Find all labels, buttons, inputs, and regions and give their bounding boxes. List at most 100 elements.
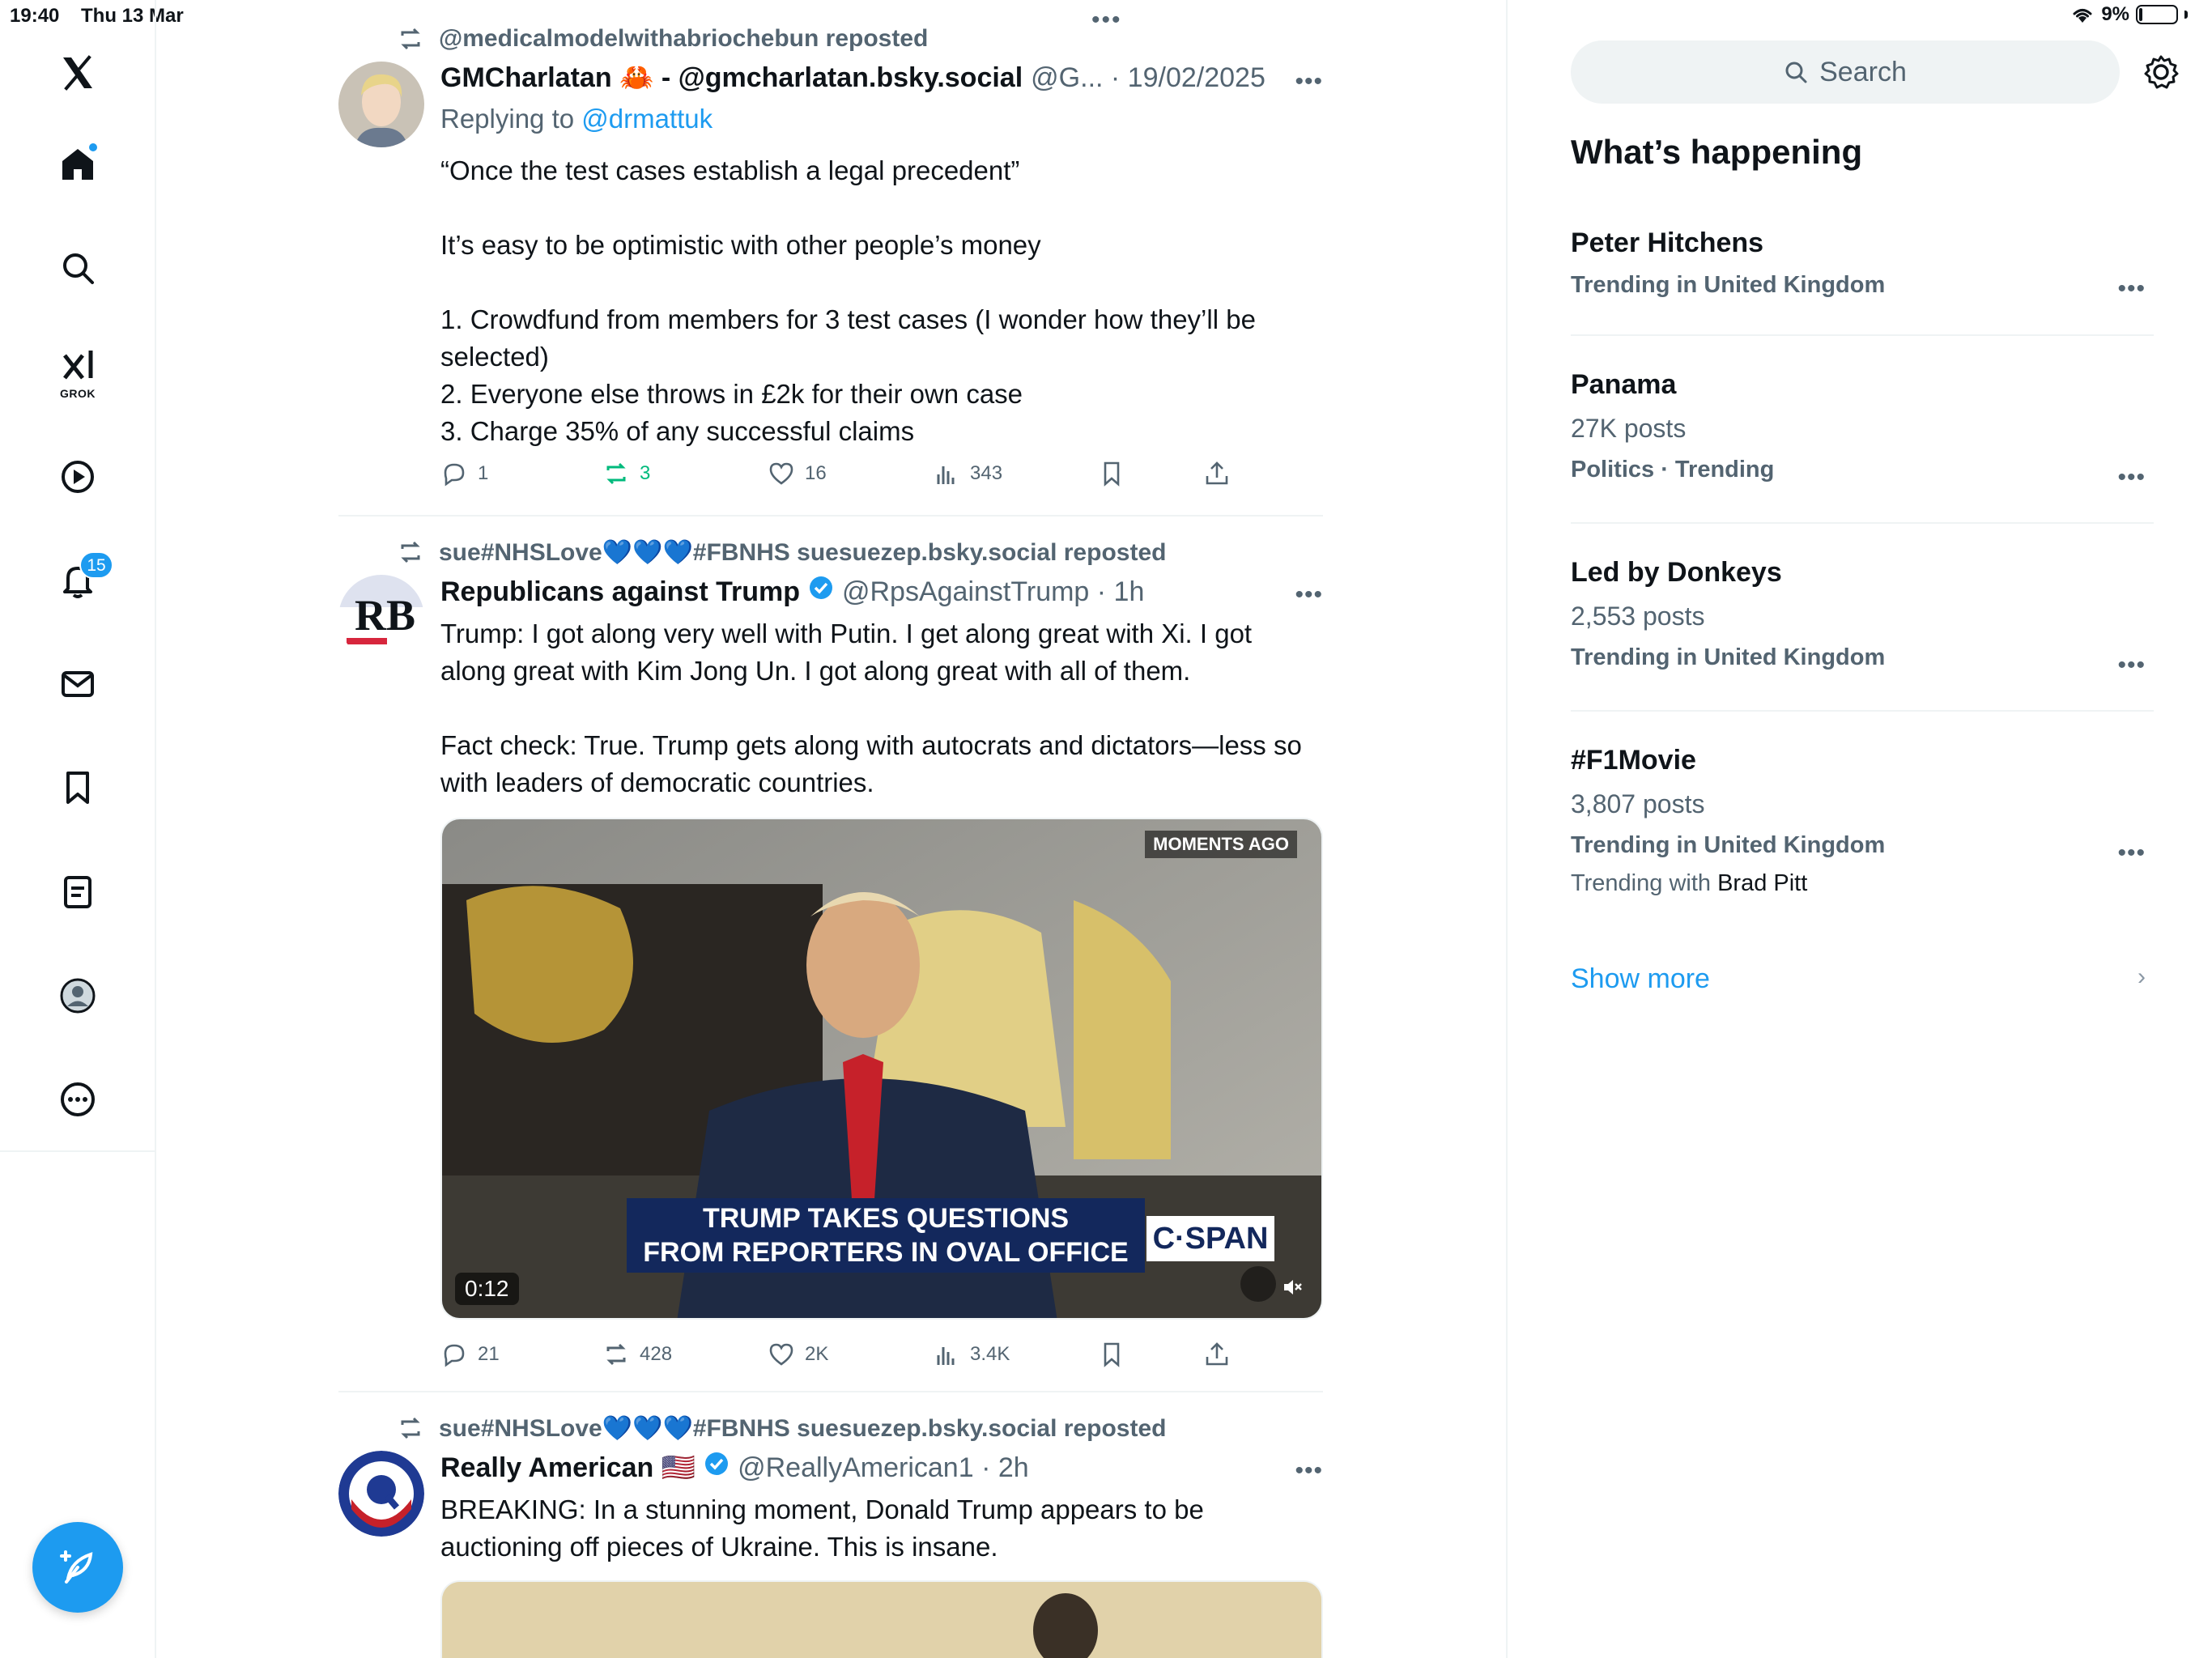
trend-more-icon[interactable]: ••• bbox=[2117, 652, 2146, 679]
video-caption-banner: TRUMP TAKES QUESTIONS FROM REPORTERS IN … bbox=[627, 1198, 1145, 1273]
share-icon bbox=[1206, 1342, 1228, 1366]
author-handle-time: @ReallyAmerican1 · 2h bbox=[738, 1452, 1029, 1483]
notifications-bell-icon[interactable]: 15 bbox=[45, 548, 113, 613]
search-input[interactable]: Search bbox=[1571, 40, 2120, 104]
battery-tip bbox=[2184, 11, 2188, 19]
share-button[interactable] bbox=[1203, 460, 1231, 487]
like-button[interactable]: 2K bbox=[768, 1341, 828, 1368]
post-item[interactable]: sue#NHSLove💙💙💙#FBNHS suesuezep.bsky.soci… bbox=[338, 1412, 1323, 1658]
trend-more-icon[interactable]: ••• bbox=[2117, 275, 2146, 303]
trend-name: Peter Hitchens bbox=[1571, 227, 1764, 258]
trend-item[interactable]: Panama 27K posts Politics · Trending ••• bbox=[1571, 368, 2154, 491]
search-icon[interactable] bbox=[45, 236, 110, 300]
messages-envelope-icon[interactable] bbox=[45, 652, 110, 716]
video-play-icon[interactable] bbox=[45, 444, 110, 509]
trend-item[interactable]: Led by Donkeys 2,553 posts Trending in U… bbox=[1571, 556, 2154, 678]
views-button[interactable]: 343 bbox=[933, 460, 1002, 487]
video-duration: 0:12 bbox=[455, 1273, 519, 1305]
profile-avatar-icon[interactable] bbox=[45, 963, 110, 1028]
post-item[interactable]: sue#NHSLove💙💙💙#FBNHS suesuezep.bsky.soci… bbox=[338, 536, 1323, 1391]
x-logo-icon[interactable] bbox=[45, 40, 110, 105]
trend-divider bbox=[1571, 522, 2154, 524]
post-actions: 1 3 16 343 bbox=[440, 460, 1323, 495]
reply-button[interactable]: 1 bbox=[440, 460, 488, 487]
repost-icon bbox=[606, 1343, 626, 1366]
trend-posts: 3,807 posts bbox=[1571, 789, 1705, 818]
post-text-line bbox=[440, 690, 1323, 727]
trend-divider bbox=[1571, 710, 2154, 712]
bookmarks-icon[interactable] bbox=[45, 755, 110, 820]
verified-badge-icon bbox=[809, 576, 832, 599]
grok-icon[interactable]: GROK bbox=[45, 340, 110, 405]
post-item[interactable]: @medicalmodelwithabriochebun reposted GM… bbox=[338, 23, 1323, 517]
trend-name: Panama bbox=[1571, 369, 1677, 400]
show-more-label: Show more bbox=[1571, 963, 1710, 994]
post-text-line: It’s easy to be optimistic with other pe… bbox=[440, 230, 1041, 260]
image-preview bbox=[442, 1582, 1321, 1658]
like-button[interactable]: 16 bbox=[768, 460, 827, 487]
heart-icon bbox=[769, 1343, 793, 1366]
repost-icon bbox=[401, 541, 420, 563]
trend-meta: Trending in United Kingdom bbox=[1571, 272, 1886, 298]
reply-count: 1 bbox=[478, 462, 489, 484]
views-chart-icon bbox=[937, 466, 955, 484]
repost-text: @medicalmodelwithabriochebun reposted bbox=[439, 25, 929, 52]
replying-handle-link[interactable]: @drmattuk bbox=[581, 104, 713, 134]
trend-item[interactable]: Peter Hitchens Trending in United Kingdo… bbox=[1571, 227, 2154, 302]
lists-icon[interactable] bbox=[45, 860, 110, 925]
avatar[interactable] bbox=[338, 62, 424, 147]
trend-meta: Politics · Trending bbox=[1571, 457, 1775, 483]
caption-line-2: FROM REPORTERS IN OVAL OFFICE bbox=[643, 1237, 1129, 1268]
reply-count: 21 bbox=[478, 1343, 500, 1365]
author-name[interactable]: Republicans against Trump bbox=[440, 576, 800, 608]
settings-gear-icon[interactable] bbox=[2142, 53, 2180, 91]
post-header: Republicans against Trump @RpsAgainstTru… bbox=[440, 575, 1323, 610]
post-more-icon[interactable]: ••• bbox=[1295, 68, 1323, 96]
bookmark-button[interactable] bbox=[1098, 460, 1125, 487]
trend-posts: 27K posts bbox=[1571, 414, 1687, 443]
trend-name: #F1Movie bbox=[1571, 745, 1696, 776]
author-name[interactable]: GMCharlatan 🦀 - @gmcharlatan.bsky.social bbox=[440, 62, 1023, 94]
trend-divider bbox=[1571, 334, 2154, 336]
share-button[interactable] bbox=[1203, 1341, 1231, 1368]
bookmark-icon bbox=[1104, 1342, 1120, 1367]
more-options-icon[interactable] bbox=[45, 1067, 110, 1132]
trend-more-icon[interactable]: ••• bbox=[2117, 464, 2146, 491]
views-button[interactable]: 3.4K bbox=[933, 1341, 1010, 1368]
compose-post-button[interactable] bbox=[32, 1522, 123, 1613]
repost-text: sue#NHSLove💙💙💙#FBNHS suesuezep.bsky.soci… bbox=[439, 1414, 1167, 1442]
post-image[interactable] bbox=[440, 1580, 1323, 1658]
post-text-line bbox=[440, 189, 1323, 227]
left-nav-rail: GROK 15 bbox=[0, 0, 156, 1658]
repost-button[interactable]: 428 bbox=[602, 1341, 672, 1368]
repost-icon bbox=[401, 28, 420, 50]
like-count: 16 bbox=[805, 462, 827, 484]
timeline-feed: ••• @medicalmodelwithabriochebun reposte… bbox=[338, 0, 1323, 1658]
trend-with-name: Brad Pitt bbox=[1717, 870, 1808, 896]
trend-posts: 2,553 posts bbox=[1571, 602, 1705, 631]
show-more-link[interactable]: Show more › bbox=[1571, 963, 2154, 995]
trend-item[interactable]: #F1Movie 3,807 posts Trending in United … bbox=[1571, 744, 2154, 897]
caption-line-1: TRUMP TAKES QUESTIONS bbox=[702, 1203, 1070, 1234]
reply-button[interactable]: 21 bbox=[440, 1341, 500, 1368]
post-text-line: Trump: I got along very well with Putin.… bbox=[440, 619, 1253, 686]
replying-label: Replying to bbox=[440, 104, 575, 134]
repost-button[interactable]: 3 bbox=[602, 460, 650, 487]
author-name[interactable]: Really American 🇺🇸 bbox=[440, 1452, 696, 1484]
views-count: 3.4K bbox=[970, 1343, 1010, 1365]
post-more-icon[interactable]: ••• bbox=[1295, 581, 1323, 609]
bookmark-button[interactable] bbox=[1098, 1341, 1125, 1368]
trend-meta: Trending in United Kingdom bbox=[1571, 832, 1886, 858]
home-icon[interactable] bbox=[45, 132, 110, 197]
avatar-initial-r: RB bbox=[355, 591, 415, 640]
author-handle-time: @RpsAgainstTrump · 1h bbox=[841, 576, 1145, 607]
post-text-line bbox=[440, 264, 1323, 301]
trend-more-icon[interactable]: ••• bbox=[2117, 840, 2146, 867]
cspan-logo: C·SPAN bbox=[1146, 1216, 1274, 1261]
video-player[interactable]: MOMENTS AGO TRUMP TAKES QUESTIONS FROM R… bbox=[440, 818, 1323, 1320]
post-more-icon[interactable]: ••• bbox=[1295, 1457, 1323, 1485]
mute-icon[interactable] bbox=[1274, 1269, 1310, 1305]
avatar[interactable]: RB bbox=[338, 575, 424, 661]
bookmark-icon bbox=[1104, 461, 1120, 487]
avatar[interactable] bbox=[338, 1451, 424, 1537]
